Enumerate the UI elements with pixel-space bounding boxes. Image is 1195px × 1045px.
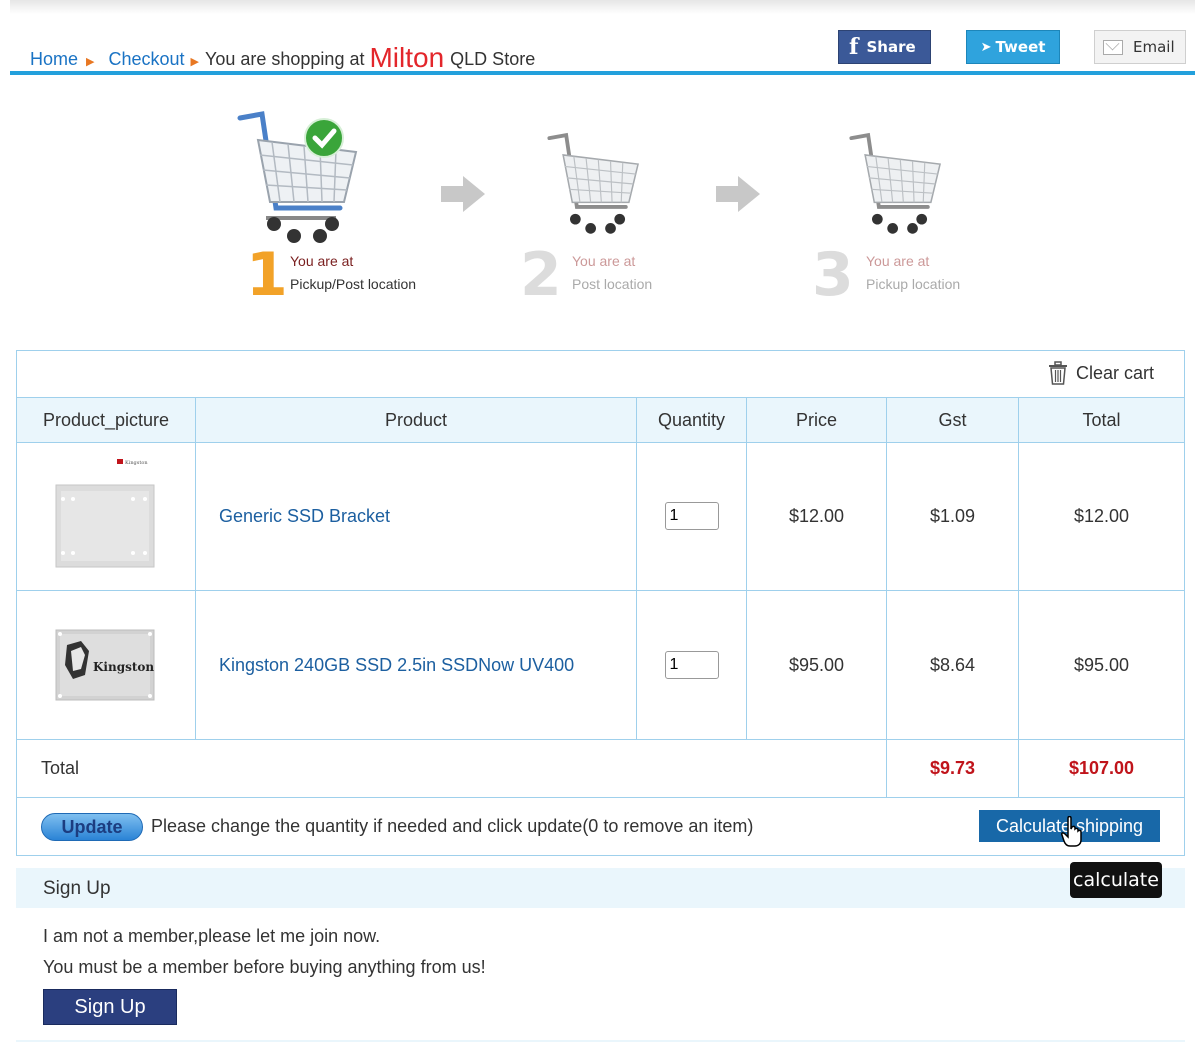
- step-arrow-icon: [441, 176, 485, 212]
- grid-line: [195, 397, 196, 739]
- svg-text:Kingston: Kingston: [125, 460, 148, 466]
- quantity-cell: [637, 442, 746, 590]
- col-header-total: Total: [1082, 409, 1121, 430]
- step-3-line1: You are at: [866, 253, 930, 269]
- facebook-icon: f: [849, 34, 859, 60]
- gst-cell: $1.09: [929, 505, 976, 526]
- signup-header: Sign Up: [16, 868, 1185, 908]
- step-3-number: 3: [812, 240, 854, 310]
- product-thumbnail: Kingston: [55, 629, 155, 701]
- tweet-label: Tweet: [995, 38, 1046, 56]
- signup-button[interactable]: Sign Up: [43, 989, 177, 1025]
- breadcrumb-home-link[interactable]: Home: [30, 49, 78, 70]
- grid-line: [17, 797, 1184, 798]
- store-name: Milton: [369, 42, 445, 73]
- breadcrumb-checkout-link[interactable]: Checkout: [108, 49, 184, 70]
- step-2-line2: Post location: [572, 276, 653, 292]
- product-link[interactable]: Generic SSD Bracket: [219, 442, 629, 590]
- signup-line-1: I am not a member,please let me join now…: [43, 926, 381, 946]
- total-cell: $12.00: [1073, 505, 1130, 526]
- col-header-product: Product: [384, 409, 448, 430]
- top-shadow: [10, 0, 1195, 14]
- store-suffix: QLD Store: [450, 49, 536, 69]
- hand-cursor-icon: [1061, 816, 1082, 847]
- footer-divider: [16, 1040, 1185, 1042]
- cart-table: Clear cart Product_picture Product Quant…: [16, 350, 1185, 856]
- step-1-text: You are at Pickup/Post location: [290, 250, 416, 296]
- breadcrumb-arrow-icon: ▶: [86, 56, 95, 68]
- trash-icon: [1048, 361, 1067, 385]
- cart-step-1-icon: [237, 111, 358, 243]
- email-button[interactable]: Email: [1094, 30, 1186, 64]
- step-1-number: 1: [246, 240, 288, 310]
- breadcrumb-arrow-icon: ▶: [190, 56, 199, 68]
- svg-text:Kingston: Kingston: [93, 660, 154, 674]
- quantity-cell: [637, 591, 746, 739]
- facebook-share-button[interactable]: f Share: [838, 30, 931, 64]
- cart-step-3-icon: [849, 132, 942, 234]
- total-gst: $9.73: [929, 758, 976, 778]
- store-prefix: You are shopping at: [205, 49, 365, 69]
- email-label: Email: [1133, 38, 1175, 56]
- twitter-tweet-button[interactable]: ➤ Tweet: [966, 30, 1060, 64]
- gst-cell: $8.64: [929, 654, 976, 675]
- update-button[interactable]: Update: [41, 813, 143, 841]
- cart-step-2-icon: [547, 132, 640, 234]
- col-header-price: Price: [795, 409, 837, 430]
- signup-line-2: You must be a member before buying anyth…: [43, 957, 486, 977]
- twitter-bird-icon: ➤: [980, 39, 992, 55]
- step-1-line1: You are at: [290, 253, 354, 269]
- step-arrow-icon: [716, 176, 760, 212]
- step-3-line2: Pickup location: [866, 276, 961, 292]
- tooltip: calculate: [1070, 862, 1162, 898]
- total-cell: $95.00: [1073, 654, 1130, 675]
- step-1-line2: Pickup/Post location: [290, 276, 417, 292]
- step-3-text: You are at Pickup location: [866, 250, 960, 296]
- col-header-picture: Product_picture: [42, 409, 170, 430]
- share-label: Share: [866, 38, 916, 56]
- table-header-row: Product_picture Product Quantity Price G…: [17, 397, 1184, 443]
- product-link[interactable]: Kingston 240GB SSD 2.5in SSDNow UV400: [219, 591, 629, 739]
- price-cell: $95.00: [788, 654, 845, 675]
- update-hint: Please change the quantity if needed and…: [151, 816, 754, 836]
- price-cell: $12.00: [788, 505, 845, 526]
- step-2-text: You are at Post location: [572, 250, 652, 296]
- signup-title: Sign Up: [43, 878, 111, 899]
- header-divider: [10, 71, 1195, 75]
- product-thumbnail: Kingston: [55, 459, 155, 568]
- step-2-number: 2: [520, 240, 562, 310]
- quantity-input[interactable]: [664, 502, 719, 530]
- col-header-quantity: Quantity: [657, 409, 726, 430]
- clear-cart-button[interactable]: Clear cart: [1048, 361, 1154, 385]
- breadcrumb: Home ▶ Checkout ▶ You are shopping at Mi…: [30, 40, 536, 73]
- quantity-input[interactable]: [664, 651, 719, 679]
- envelope-icon: [1103, 39, 1123, 55]
- step-2-line1: You are at: [572, 253, 636, 269]
- total-label: Total: [41, 758, 80, 778]
- clear-cart-label: Clear cart: [1075, 362, 1154, 383]
- total-amount: $107.00: [1068, 758, 1135, 778]
- col-header-gst: Gst: [938, 409, 967, 430]
